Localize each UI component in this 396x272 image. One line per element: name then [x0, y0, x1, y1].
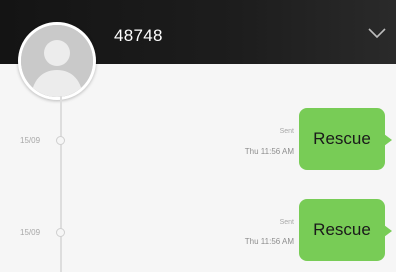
message-status: Sent [279, 128, 294, 135]
message-date: 15/09 [20, 228, 41, 237]
person-silhouette-icon [21, 25, 93, 97]
message-status: Sent [279, 219, 294, 226]
avatar[interactable] [18, 22, 96, 100]
message-date: 15/09 [20, 136, 41, 145]
message-time: Thu 11:56 AM [244, 237, 294, 246]
chevron-down-icon[interactable] [366, 26, 388, 40]
timeline-line [60, 96, 62, 272]
message-text: Rescue [313, 220, 371, 239]
message-time: Thu 11:56 AM [244, 147, 294, 156]
timeline-dot [56, 228, 65, 237]
contact-title: 48748 [114, 26, 163, 45]
timeline-dot [56, 136, 65, 145]
message-text: Rescue [313, 129, 371, 148]
message-bubble[interactable]: Rescue [299, 199, 392, 261]
message-bubble[interactable]: Rescue [299, 108, 392, 170]
